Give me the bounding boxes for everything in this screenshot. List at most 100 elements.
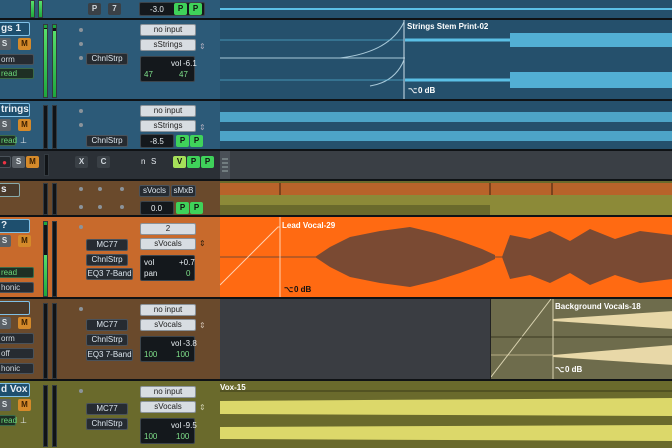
input-selector[interactable]: no input xyxy=(140,304,196,316)
input-selector[interactable]: no input xyxy=(140,386,196,398)
insert-mc77[interactable]: MC77 xyxy=(86,239,128,251)
insert-slot[interactable] xyxy=(79,389,83,393)
volume-display[interactable]: 0.0 xyxy=(140,201,174,215)
output-selector[interactable]: sVocals xyxy=(140,401,196,413)
insert-slot[interactable] xyxy=(98,187,102,191)
insert-mc77[interactable]: MC77 xyxy=(86,319,128,331)
insert-slot[interactable] xyxy=(79,56,83,60)
insert-slot[interactable] xyxy=(79,123,83,127)
clip-gain-icon[interactable]: ⌥ xyxy=(408,86,417,95)
input-selector[interactable]: no input xyxy=(140,24,196,36)
insert-slot[interactable] xyxy=(79,42,83,46)
pan-arrows-icon: ⇕ xyxy=(199,42,206,51)
track-lead-vox: d Vox S M read ⊥ MC77 ChnlStrp no input … xyxy=(0,381,220,448)
solo-button[interactable]: S xyxy=(0,38,11,50)
insert-slot[interactable] xyxy=(79,307,83,311)
mute-button[interactable]: M xyxy=(18,235,31,247)
p-indicator[interactable]: P xyxy=(187,156,200,168)
level-meter-left xyxy=(43,105,48,149)
insert-slot[interactable] xyxy=(79,109,83,113)
automation-mode[interactable]: read xyxy=(0,415,17,426)
insert-slot[interactable] xyxy=(120,187,124,191)
mute-button[interactable]: M xyxy=(26,156,39,168)
v-indicator[interactable]: V xyxy=(173,156,186,168)
solo-button[interactable]: S xyxy=(0,119,11,131)
level-meter xyxy=(52,385,57,447)
insert-mc77[interactable]: MC77 xyxy=(86,403,128,415)
insert-slot[interactable] xyxy=(79,205,83,209)
level-meter xyxy=(52,221,57,297)
voice-mode[interactable]: orm xyxy=(0,54,34,65)
solo-button[interactable]: S xyxy=(0,399,11,411)
track-name[interactable] xyxy=(0,301,30,315)
insert-chnlstrp[interactable]: ChnlStrp xyxy=(86,135,128,147)
insert-slot[interactable] xyxy=(79,225,83,229)
track-name[interactable]: d Vox xyxy=(0,383,30,397)
track-name[interactable]: ? xyxy=(0,219,30,233)
voice-mode[interactable]: honic xyxy=(0,282,34,293)
volume-display[interactable]: -8.5 xyxy=(140,134,174,148)
clip-name: Strings Stem Print-02 xyxy=(407,22,489,31)
solo-button[interactable]: S xyxy=(0,317,11,329)
x-button[interactable]: X xyxy=(75,156,88,168)
track-name[interactable]: s xyxy=(0,183,20,197)
p-indicator[interactable]: P xyxy=(176,135,189,147)
level-meter xyxy=(43,221,48,297)
output-selector[interactable]: sStrings xyxy=(140,120,196,132)
clip-gain-icon[interactable]: ⌥ xyxy=(284,285,293,294)
clip-lead-vocal[interactable]: Lead Vocal-29 ⌥ 0 dB xyxy=(220,217,672,299)
volume-pan-display[interactable]: vol -9.5 100 100 xyxy=(140,418,197,444)
p-indicator[interactable]: P xyxy=(189,3,202,15)
track-name[interactable]: trings xyxy=(0,103,30,117)
output-selector[interactable]: sVocls xyxy=(139,185,170,197)
insert-chnlstrp[interactable]: ChnlStrp xyxy=(86,418,128,430)
automation-mode[interactable]: read xyxy=(0,135,17,146)
output-selector[interactable]: sMxB xyxy=(171,185,196,197)
voice-mode[interactable]: honic xyxy=(0,363,34,374)
insert-eq3[interactable]: EQ3 7-Band xyxy=(86,268,133,280)
output-selector[interactable]: sVocals xyxy=(140,238,196,250)
mute-button[interactable]: M xyxy=(18,38,31,50)
insert-chnlstrp[interactable]: ChnlStrp xyxy=(86,254,128,266)
clip-vox[interactable]: Vox-15 xyxy=(220,381,672,448)
solo-button[interactable]: S xyxy=(0,235,11,247)
output-selector[interactable]: sStrings xyxy=(140,39,196,51)
clip-gain-icon[interactable]: ⌥ xyxy=(555,365,564,374)
p-indicator[interactable]: P xyxy=(190,135,203,147)
clip-strings-stem[interactable]: Strings Stem Print-02 ⌥ 0 dB xyxy=(220,20,672,101)
insert-chnlstrp[interactable]: ChnlStrp xyxy=(86,334,128,346)
volume-pan-display[interactable]: vol +0.7 pan 0 xyxy=(140,255,195,281)
p-indicator[interactable]: P xyxy=(176,202,189,214)
seven-button[interactable]: 7 xyxy=(108,3,121,15)
record-icon[interactable]: ● xyxy=(0,156,11,168)
mute-button[interactable]: M xyxy=(18,317,31,329)
clip-background-vocals[interactable]: Background Vocals-18 ⌥ 0 dB xyxy=(490,299,672,379)
clip-strings[interactable] xyxy=(220,101,672,151)
mute-button[interactable]: M xyxy=(18,119,31,131)
volume-pan-display[interactable]: vol -6.1 47 47 xyxy=(140,56,197,82)
insert-slot[interactable] xyxy=(120,205,124,209)
c-button[interactable]: C xyxy=(97,156,110,168)
solo-button[interactable]: S xyxy=(12,156,25,168)
output-selector[interactable]: sVocals xyxy=(140,319,196,331)
voice-mode[interactable]: orm xyxy=(0,333,34,344)
p-button[interactable]: P xyxy=(88,3,101,15)
p-indicator[interactable]: P xyxy=(201,156,214,168)
automation-mode[interactable]: read xyxy=(0,267,34,278)
level-meter xyxy=(44,154,49,176)
track-name[interactable]: gs 1 xyxy=(0,22,30,36)
insert-slot[interactable] xyxy=(79,28,83,32)
mute-button[interactable]: M xyxy=(18,399,31,411)
p-indicator[interactable]: P xyxy=(174,3,187,15)
p-indicator[interactable]: P xyxy=(190,202,203,214)
insert-chnlstrp[interactable]: ChnlStrp xyxy=(86,53,128,65)
input-selector[interactable]: 2 xyxy=(140,223,196,235)
automation-mode[interactable]: read xyxy=(0,68,34,79)
insert-eq3[interactable]: EQ3 7-Band xyxy=(86,349,133,361)
volume-pan-display[interactable]: vol -3.8 100 100 xyxy=(140,336,197,362)
insert-slot[interactable] xyxy=(79,187,83,191)
s-label: S xyxy=(151,157,157,166)
automation-mode[interactable]: off xyxy=(0,348,34,359)
insert-slot[interactable] xyxy=(98,205,102,209)
input-selector[interactable]: no input xyxy=(140,105,196,117)
